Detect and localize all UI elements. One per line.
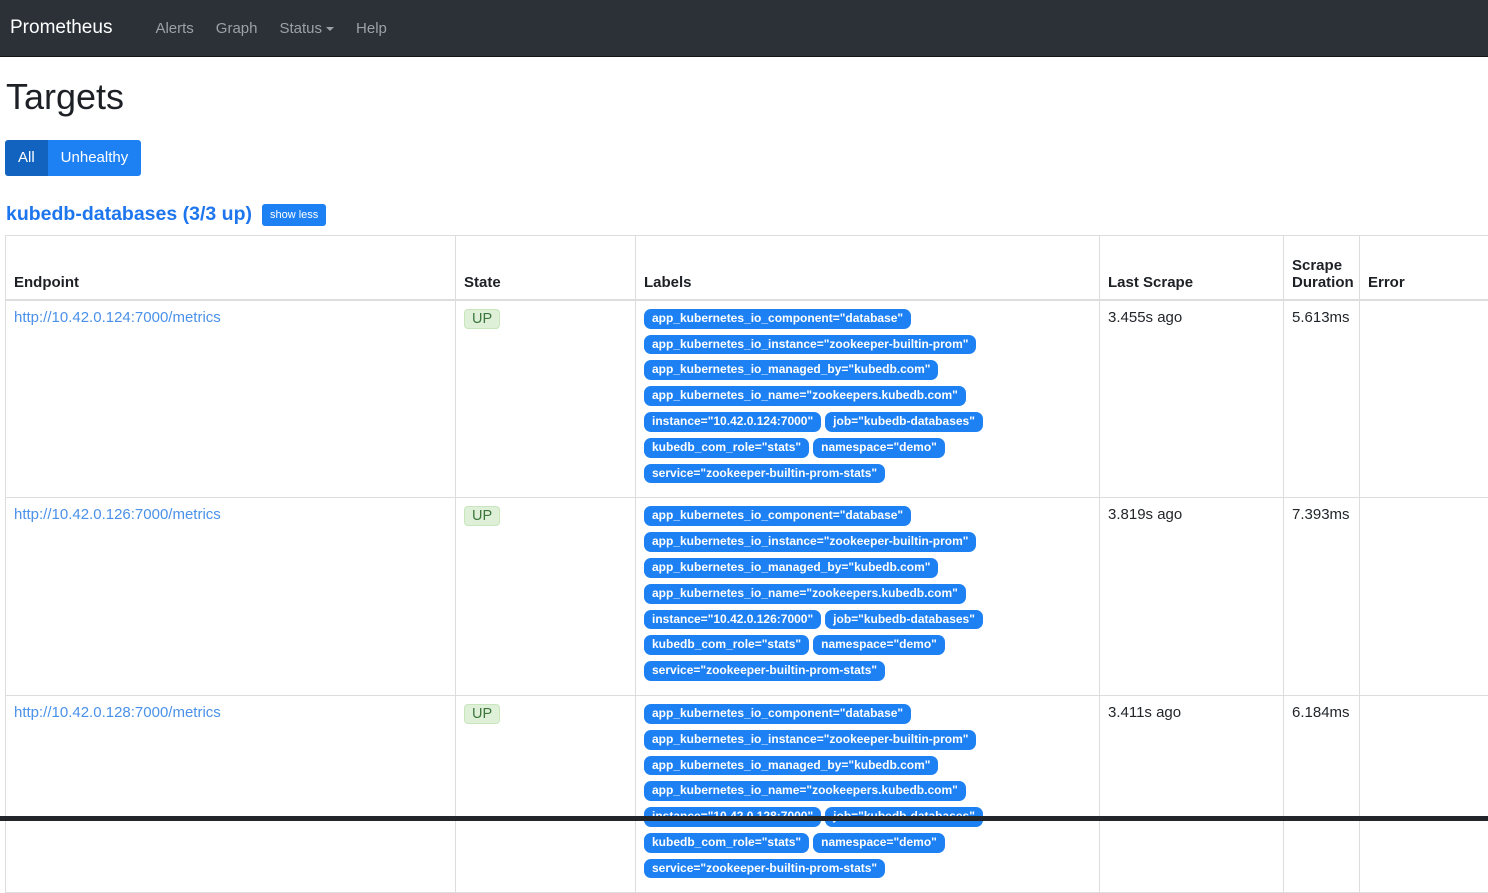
column-header-scrape-duration: Scrape Duration <box>1284 236 1360 300</box>
label-badge: instance="10.42.0.124:7000" <box>644 412 821 432</box>
last-scrape-value: 3.411s ago <box>1100 695 1284 893</box>
label-badge: kubedb_com_role="stats" <box>644 833 809 853</box>
job-header: kubedb-databases (3/3 up) show less <box>6 203 1488 226</box>
endpoint-link[interactable]: http://10.42.0.126:7000/metrics <box>14 506 221 523</box>
label-badge: service="zookeeper-builtin-prom-stats" <box>644 661 885 681</box>
scrape-duration-value: 7.393ms <box>1284 498 1360 696</box>
label-badge: service="zookeeper-builtin-prom-stats" <box>644 464 885 484</box>
column-header-endpoint: Endpoint <box>6 236 456 300</box>
show-less-button[interactable]: show less <box>262 204 326 226</box>
column-header-error: Error <box>1360 236 1488 300</box>
table-row: http://10.42.0.124:7000/metrics UP app_k… <box>6 300 1488 498</box>
label-badge: app_kubernetes_io_name="zookeepers.kubed… <box>644 386 966 406</box>
label-badge: app_kubernetes_io_instance="zookeeper-bu… <box>644 730 976 750</box>
error-value <box>1360 695 1488 893</box>
label-badge: app_kubernetes_io_managed_by="kubedb.com… <box>644 558 938 578</box>
label-badge: app_kubernetes_io_component="database" <box>644 704 911 724</box>
endpoint-link[interactable]: http://10.42.0.124:7000/metrics <box>14 309 221 326</box>
scrape-duration-value: 6.184ms <box>1284 695 1360 893</box>
nav-item-status-label: Status <box>280 20 323 37</box>
table-row: http://10.42.0.128:7000/metrics UP app_k… <box>6 695 1488 893</box>
last-scrape-value: 3.819s ago <box>1100 498 1284 696</box>
label-badge: app_kubernetes_io_component="database" <box>644 506 911 526</box>
error-value <box>1360 498 1488 696</box>
labels-cell: app_kubernetes_io_component="database"ap… <box>644 309 1091 490</box>
nav-item-status[interactable]: Status <box>269 20 346 37</box>
labels-cell: app_kubernetes_io_component="database"ap… <box>644 704 1091 885</box>
error-value <box>1360 300 1488 498</box>
label-badge: app_kubernetes_io_name="zookeepers.kubed… <box>644 584 966 604</box>
label-badge: app_kubernetes_io_managed_by="kubedb.com… <box>644 360 938 380</box>
table-row: http://10.42.0.126:7000/metrics UP app_k… <box>6 498 1488 696</box>
label-badge: job="kubedb-databases" <box>825 412 983 432</box>
last-scrape-value: 3.455s ago <box>1100 300 1284 498</box>
column-header-state: State <box>456 236 636 300</box>
label-badge: namespace="demo" <box>813 635 945 655</box>
nav-item-graph[interactable]: Graph <box>205 20 269 37</box>
labels-cell: app_kubernetes_io_component="database"ap… <box>644 506 1091 687</box>
state-badge: UP <box>464 309 500 329</box>
label-badge: instance="10.42.0.126:7000" <box>644 610 821 630</box>
state-badge: UP <box>464 506 500 526</box>
endpoint-link[interactable]: http://10.42.0.128:7000/metrics <box>14 704 221 721</box>
label-badge: app_kubernetes_io_component="database" <box>644 309 911 329</box>
bottom-edge <box>0 816 1488 821</box>
label-badge: app_kubernetes_io_instance="zookeeper-bu… <box>644 532 976 552</box>
label-badge: job="kubedb-databases" <box>825 610 983 630</box>
nav-item-alerts[interactable]: Alerts <box>144 20 204 37</box>
job-heading: kubedb-databases (3/3 up) <box>6 203 252 226</box>
filter-unhealthy-button[interactable]: Unhealthy <box>48 140 142 176</box>
column-header-last-scrape: Last Scrape <box>1100 236 1284 300</box>
page-title: Targets <box>6 76 1488 118</box>
state-filter-group: All Unhealthy <box>5 140 141 176</box>
brand-prometheus[interactable]: Prometheus <box>8 17 122 39</box>
targets-table: Endpoint State Labels Last Scrape Scrape… <box>5 235 1488 893</box>
filter-all-button[interactable]: All <box>5 140 48 176</box>
nav-item-help[interactable]: Help <box>345 20 398 37</box>
label-badge: kubedb_com_role="stats" <box>644 438 809 458</box>
chevron-down-icon <box>326 27 334 31</box>
scrape-duration-value: 5.613ms <box>1284 300 1360 498</box>
label-badge: namespace="demo" <box>813 833 945 853</box>
label-badge: kubedb_com_role="stats" <box>644 635 809 655</box>
label-badge: app_kubernetes_io_instance="zookeeper-bu… <box>644 335 976 355</box>
label-badge: service="zookeeper-builtin-prom-stats" <box>644 859 885 879</box>
label-badge: app_kubernetes_io_managed_by="kubedb.com… <box>644 756 938 776</box>
page-content: Targets All Unhealthy kubedb-databases (… <box>0 76 1488 893</box>
label-badge: namespace="demo" <box>813 438 945 458</box>
column-header-labels: Labels <box>636 236 1100 300</box>
state-badge: UP <box>464 704 500 724</box>
navbar: Prometheus Alerts Graph Status Help <box>0 0 1488 57</box>
label-badge: app_kubernetes_io_name="zookeepers.kubed… <box>644 781 966 801</box>
table-header-row: Endpoint State Labels Last Scrape Scrape… <box>6 236 1488 300</box>
